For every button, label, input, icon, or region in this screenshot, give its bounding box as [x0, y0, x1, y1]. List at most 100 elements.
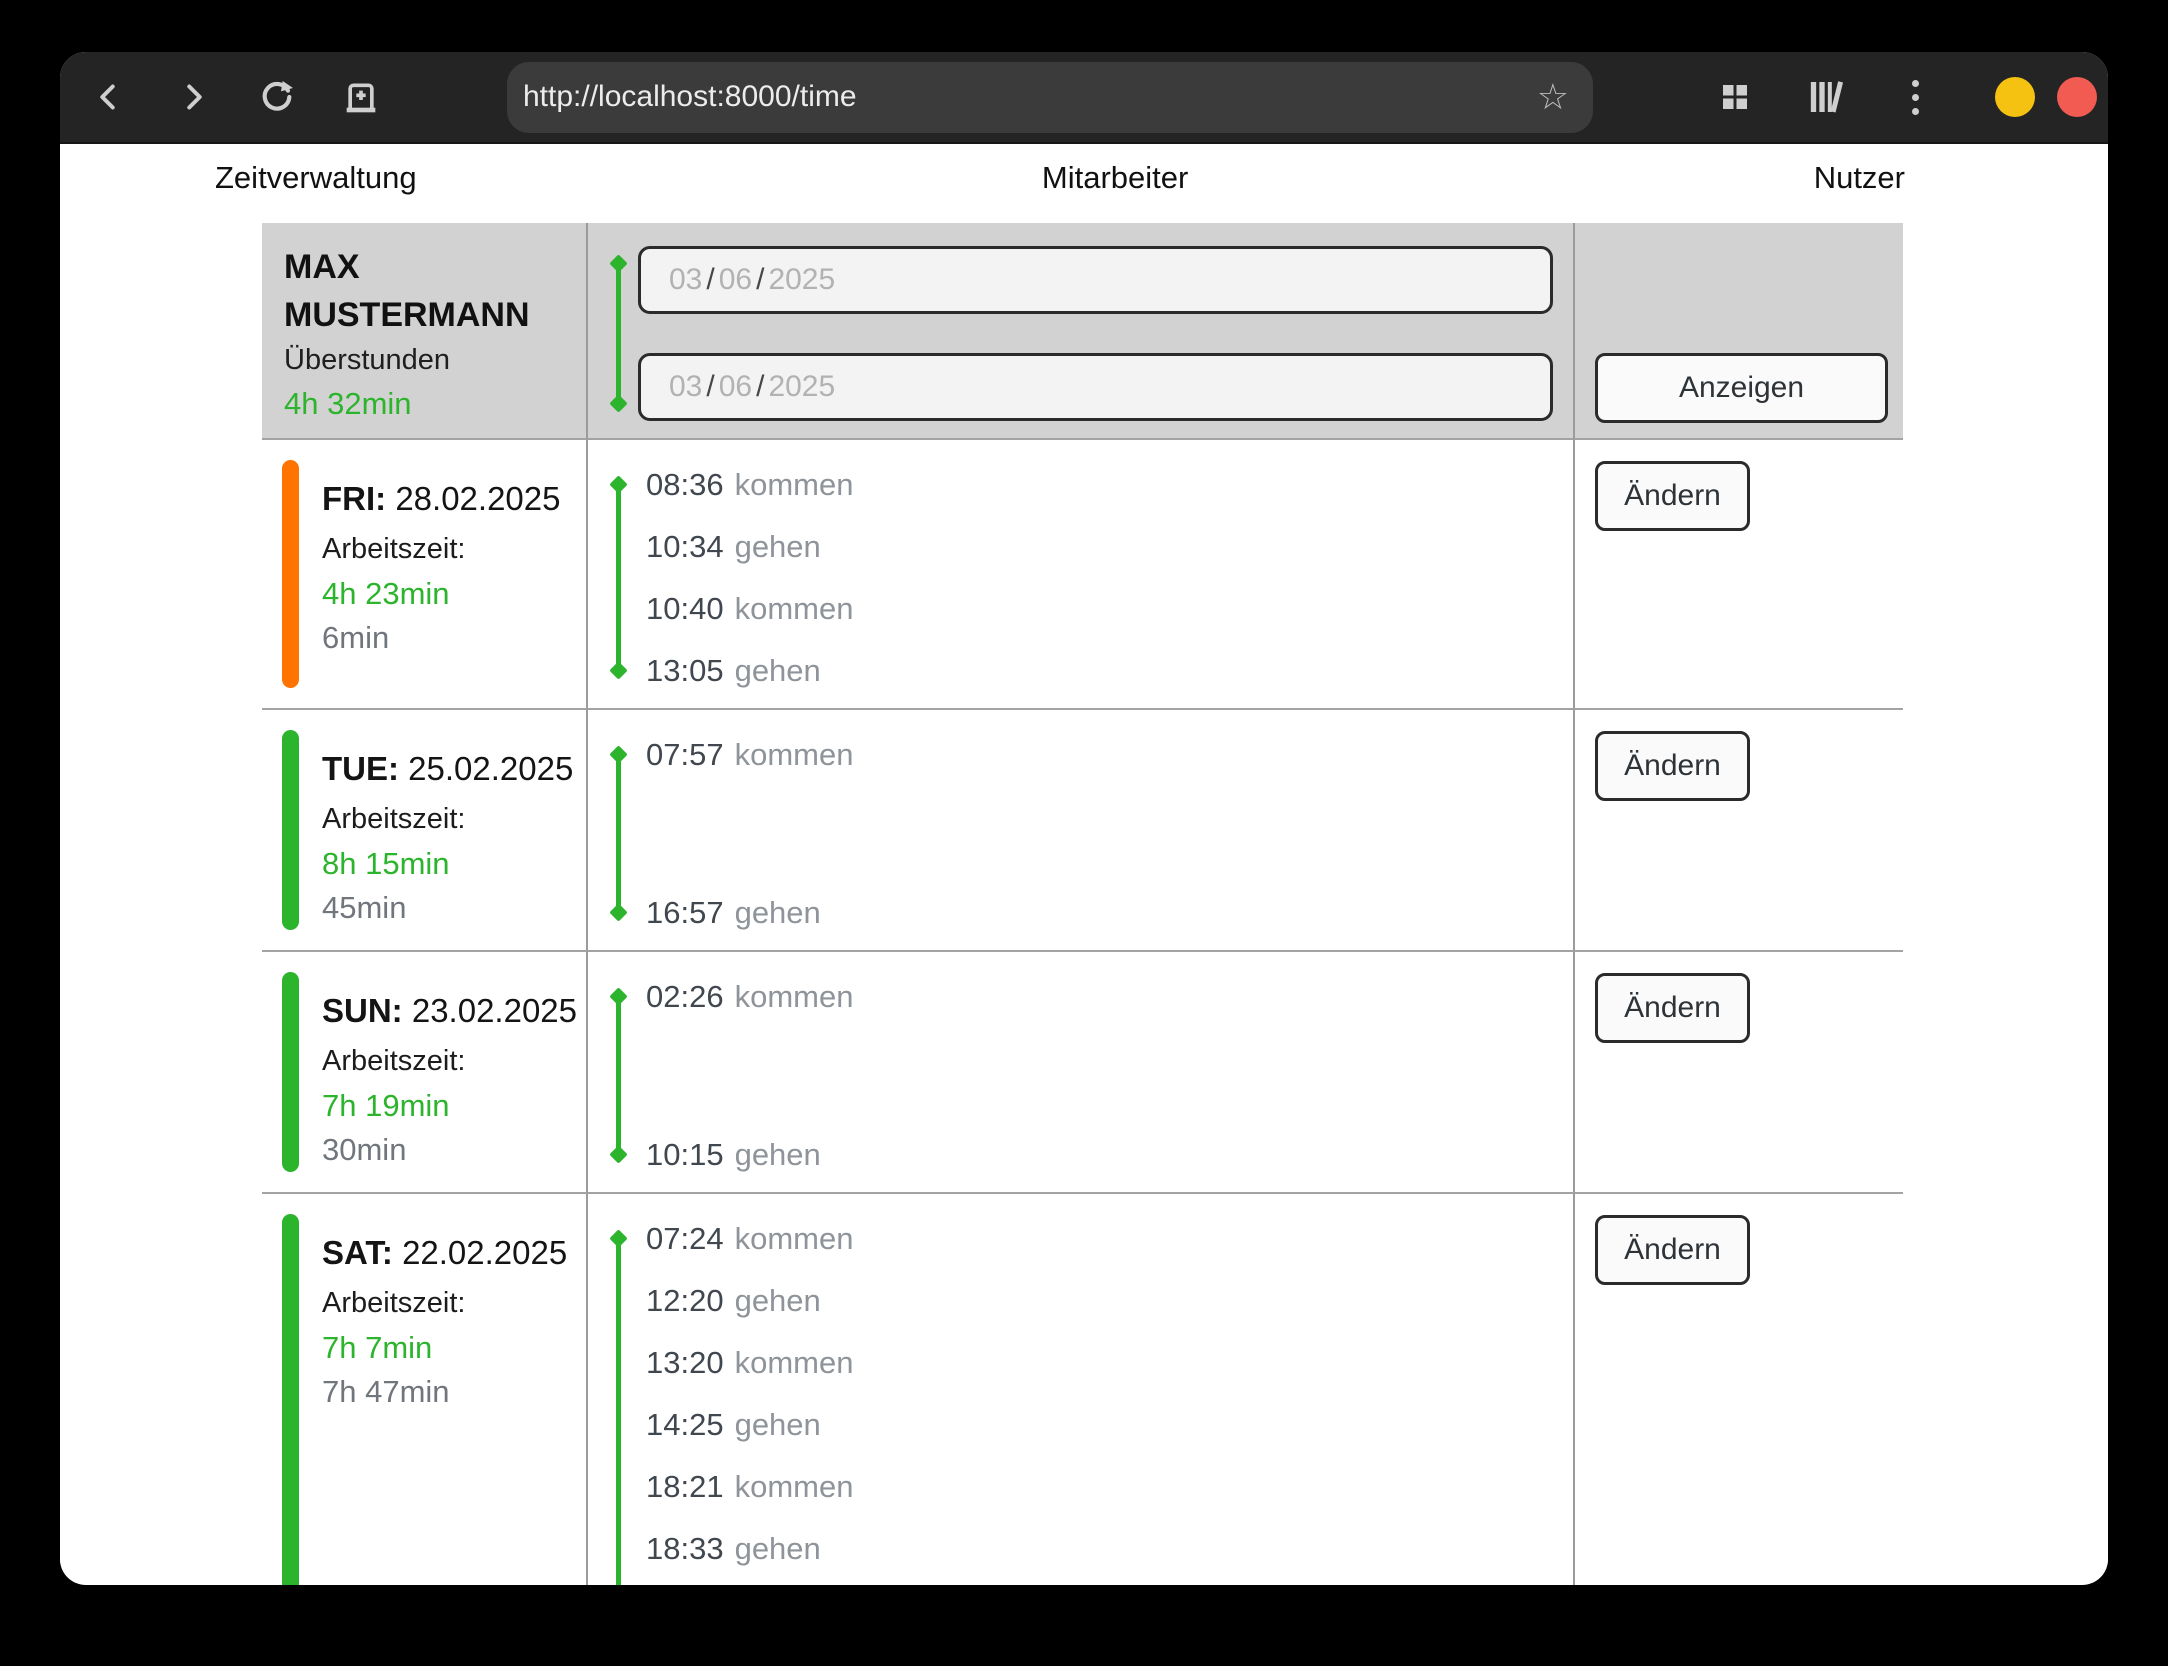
day-summary: TUE: 25.02.2025Arbeitszeit:8h 15min45min — [262, 708, 588, 950]
date-range-arrow-icon — [612, 257, 625, 410]
time-entry: 07:57kommen — [646, 724, 1573, 786]
entry-list: 07:24kommen12:20gehen13:20kommen14:25geh… — [588, 1194, 1573, 1585]
back-button[interactable] — [87, 69, 131, 125]
time-entries: 07:24kommen12:20gehen13:20kommen14:25geh… — [588, 1192, 1575, 1585]
time-app-page: Zeitverwaltung Mitarbeiter Nutzer MAX MU… — [60, 144, 2108, 1583]
nav-item-mitarbeiter[interactable]: Mitarbeiter — [1042, 160, 1188, 196]
entry-time: 13:20 — [646, 1345, 724, 1381]
minimize-button[interactable] — [1995, 77, 2035, 117]
entry-type: kommen — [735, 1345, 854, 1381]
day-label: TUE: — [322, 750, 399, 787]
change-button[interactable]: Ändern — [1595, 973, 1750, 1043]
date-label: 22.02.2025 — [402, 1234, 567, 1271]
time-entries: 02:26kommen10:15gehen — [588, 950, 1575, 1192]
entry-time: 12:20 — [646, 1283, 724, 1319]
row-actions: Ändern — [1575, 438, 1903, 708]
worktime-value: 8h 15min — [322, 842, 576, 886]
kebab-menu-icon — [1912, 80, 1919, 115]
placeholder-digits: 06 — [719, 370, 752, 404]
employee-name: MAX MUSTERMANN — [284, 243, 556, 339]
grid-icon — [1717, 79, 1753, 115]
row-actions: Ändern — [1575, 1192, 1903, 1585]
entry-time: 16:57 — [646, 895, 724, 931]
entry-time: 18:33 — [646, 1531, 724, 1567]
pause-value: 30min — [322, 1128, 576, 1172]
entry-time: 07:24 — [646, 1221, 724, 1257]
pause-value: 6min — [322, 616, 576, 660]
app-nav: Zeitverwaltung Mitarbeiter Nutzer — [215, 160, 1905, 196]
entry-list: 08:36kommen10:34gehen10:40kommen13:05geh… — [588, 440, 1573, 708]
date-from-input[interactable]: 03/06/2025 — [638, 246, 1553, 314]
timeline-icon — [612, 1232, 625, 1585]
status-bar — [282, 1214, 299, 1585]
day-summary: SUN: 23.02.2025Arbeitszeit:7h 19min30min — [262, 950, 588, 1192]
browser-window: http://localhost:8000/time ☆ — [60, 52, 2108, 1585]
entry-time: 14:25 — [646, 1407, 724, 1443]
window-controls — [1995, 77, 2097, 117]
entry-type: kommen — [735, 591, 854, 627]
library-button[interactable] — [1803, 69, 1847, 125]
worktime-value: 7h 7min — [322, 1326, 576, 1370]
entry-time: 08:36 — [646, 467, 724, 503]
timeline-line — [616, 1237, 621, 1585]
time-entry: 18:33 gehen — [646, 1518, 1573, 1580]
show-panel: Anzeigen — [1575, 223, 1903, 438]
time-table: MAX MUSTERMANN Überstunden 4h 32min 03/0… — [262, 223, 1903, 1585]
worktime-label: Arbeitszeit: — [322, 1038, 576, 1084]
date-label: 28.02.2025 — [395, 480, 560, 517]
entry-time: 10:15 — [646, 1137, 724, 1173]
change-button[interactable]: Ändern — [1595, 461, 1750, 531]
entry-type: gehen — [735, 1531, 821, 1567]
placeholder-digits: 03 — [669, 370, 702, 404]
status-bar — [282, 730, 299, 930]
time-entry: 12:20gehen — [646, 1270, 1573, 1332]
time-entry: 21:04kommen — [646, 1580, 1573, 1585]
date-range-panel: 03/06/2025 03/06/2025 — [588, 223, 1575, 438]
show-button[interactable]: Anzeigen — [1595, 353, 1888, 423]
entry-type: kommen — [735, 979, 854, 1015]
back-icon — [91, 79, 127, 115]
time-entry: 13:20 kommen — [646, 1332, 1573, 1394]
change-button[interactable]: Ändern — [1595, 731, 1750, 801]
date-label: 25.02.2025 — [408, 750, 573, 787]
new-tab-icon — [341, 77, 381, 117]
day-label: SAT: — [322, 1234, 393, 1271]
bookmark-star-icon[interactable]: ☆ — [1537, 79, 1569, 115]
entry-type: kommen — [735, 737, 854, 773]
new-tab-button[interactable] — [339, 69, 383, 125]
url-bar[interactable]: http://localhost:8000/time ☆ — [507, 62, 1593, 133]
day-date-label: SAT: 22.02.2025 — [322, 1232, 576, 1274]
menu-button[interactable] — [1893, 69, 1937, 125]
change-button[interactable]: Ändern — [1595, 1215, 1750, 1285]
day-label: SUN: — [322, 992, 403, 1029]
status-bar — [282, 460, 299, 688]
timeline-line — [616, 995, 621, 1156]
date-label: 23.02.2025 — [412, 992, 577, 1029]
timeline-icon — [612, 748, 625, 919]
time-entry: 08:36kommen — [646, 454, 1573, 516]
url-text[interactable]: http://localhost:8000/time — [523, 80, 1537, 114]
close-button[interactable] — [2057, 77, 2097, 117]
entry-list: 02:26kommen10:15gehen — [588, 952, 1573, 1192]
time-entry: 02:26 kommen — [646, 966, 1573, 1028]
time-entry: 16:57gehen — [646, 882, 1573, 944]
timeline-icon — [612, 990, 625, 1161]
entry-type: kommen — [735, 1221, 854, 1257]
entry-time: 02:26 — [646, 979, 724, 1015]
time-entry: 18:21kommen — [646, 1456, 1573, 1518]
date-to-input[interactable]: 03/06/2025 — [638, 353, 1553, 421]
entry-time: 10:40 — [646, 591, 724, 627]
reload-button[interactable] — [255, 69, 299, 125]
day-label: FRI: — [322, 480, 386, 517]
tab-overview-button[interactable] — [1713, 69, 1757, 125]
timeline-line — [616, 753, 621, 914]
timeline-icon — [612, 478, 625, 677]
nav-item-nutzer[interactable]: Nutzer — [1814, 160, 1905, 196]
entry-time: 18:21 — [646, 1469, 724, 1505]
forward-button[interactable] — [171, 69, 215, 125]
toolbar-right-buttons — [1713, 69, 1937, 125]
nav-item-zeitverwaltung[interactable]: Zeitverwaltung — [215, 160, 417, 196]
entry-type: gehen — [735, 1407, 821, 1443]
entry-time: 10:34 — [646, 529, 724, 565]
status-bar — [282, 972, 299, 1172]
